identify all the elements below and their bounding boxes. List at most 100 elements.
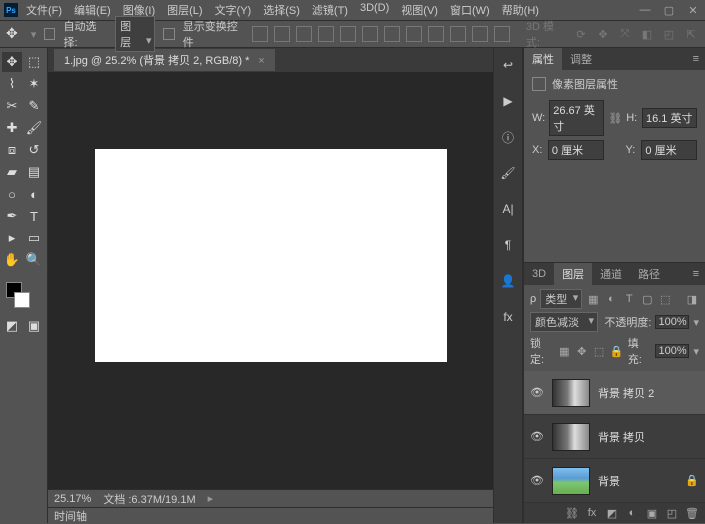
wand-tool[interactable]: ✶ (24, 74, 44, 94)
minimize-button[interactable]: — (633, 1, 657, 19)
align-right-icon[interactable] (362, 26, 378, 42)
quickmask-icon[interactable]: ◩ (2, 316, 22, 336)
fx-icon[interactable]: fx (585, 506, 599, 520)
menu-help[interactable]: 帮助(H) (502, 2, 539, 18)
layer-row[interactable]: 👁 背景 🔒 (524, 459, 705, 503)
menu-file[interactable]: 文件(F) (26, 2, 62, 18)
adjustment-icon[interactable]: ◐ (625, 506, 639, 520)
styles-icon[interactable]: fx (499, 308, 517, 326)
panel-menu-icon[interactable]: ≡ (687, 53, 705, 65)
history-icon[interactable]: ↩ (499, 56, 517, 74)
x-field[interactable]: 0 厘米 (548, 140, 604, 160)
filter-shape-icon[interactable]: ▢ (640, 292, 654, 306)
status-menu-icon[interactable]: ▸ (208, 492, 214, 505)
menu-window[interactable]: 窗口(W) (450, 2, 490, 18)
layer-thumbnail[interactable] (552, 467, 590, 495)
align-left-icon[interactable] (318, 26, 334, 42)
play-icon[interactable]: ▶ (499, 92, 517, 110)
tab-paths[interactable]: 路径 (630, 263, 668, 285)
distribute-top-icon[interactable] (384, 26, 400, 42)
menu-select[interactable]: 选择(S) (263, 2, 300, 18)
lock-all-icon[interactable]: 🔒 (610, 344, 624, 358)
move-tool-icon[interactable] (6, 25, 23, 43)
layer-name[interactable]: 背景 拷贝 2 (598, 385, 699, 401)
height-field[interactable]: 16.1 英寸 (642, 108, 697, 128)
hand-tool[interactable]: ✋ (2, 250, 22, 270)
lock-artboard-icon[interactable]: ⬚ (592, 344, 605, 358)
layer-row[interactable]: 👁 背景 拷贝 (524, 415, 705, 459)
distribute-hcenter-icon[interactable] (472, 26, 488, 42)
dolly-icon[interactable]: ⤧ (617, 26, 633, 42)
align-bottom-icon[interactable] (296, 26, 312, 42)
filter-adjust-icon[interactable]: ◐ (604, 292, 618, 306)
marquee-tool[interactable]: ⬚ (24, 52, 44, 72)
heal-tool[interactable]: ✚ (2, 118, 22, 138)
filter-kind-dropdown[interactable]: 类型 (540, 289, 582, 309)
menu-view[interactable]: 视图(V) (401, 2, 438, 18)
canvas-viewport[interactable] (48, 72, 493, 489)
distribute-vcenter-icon[interactable] (406, 26, 422, 42)
show-transform-checkbox[interactable] (163, 28, 174, 40)
layer-thumbnail[interactable] (552, 379, 590, 407)
stamp-tool[interactable]: ⧈ (2, 140, 22, 160)
paragraph-icon[interactable]: ¶ (499, 236, 517, 254)
info-icon[interactable]: ⓘ (499, 128, 517, 146)
layer-name[interactable]: 背景 (598, 473, 677, 489)
filter-pixel-icon[interactable]: ▦ (586, 292, 600, 306)
visibility-icon[interactable]: 👁 (530, 474, 544, 487)
light-icon[interactable]: ⇱ (683, 26, 699, 42)
link-layers-icon[interactable]: ⛓ (565, 506, 579, 520)
eyedropper-tool[interactable]: ✎ (24, 96, 44, 116)
menu-edit[interactable]: 编辑(E) (74, 2, 111, 18)
crop-tool[interactable]: ✂ (2, 96, 22, 116)
close-button[interactable]: ✕ (681, 1, 705, 19)
align-vcenter-icon[interactable] (274, 26, 290, 42)
blend-mode-dropdown[interactable]: 颜色减淡 (530, 312, 598, 332)
mask-icon[interactable]: ◩ (605, 506, 619, 520)
distribute-left-icon[interactable] (450, 26, 466, 42)
visibility-icon[interactable]: 👁 (530, 430, 544, 443)
layer-thumbnail[interactable] (552, 423, 590, 451)
tab-properties[interactable]: 属性 (524, 48, 562, 70)
gradient-tool[interactable]: ▤ (24, 162, 44, 182)
tab-adjustments[interactable]: 调整 (562, 48, 600, 70)
camera-icon[interactable]: ◰ (661, 26, 677, 42)
y-field[interactable]: 0 厘米 (641, 140, 697, 160)
layers-menu-icon[interactable]: ≡ (687, 268, 705, 280)
zoom-tool[interactable]: 🔍 (24, 250, 44, 270)
brush-tool[interactable]: 🖌 (24, 118, 44, 138)
auto-select-checkbox[interactable] (44, 28, 55, 40)
menu-filter[interactable]: 滤镜(T) (312, 2, 348, 18)
distribute-bottom-icon[interactable] (428, 26, 444, 42)
shape-tool[interactable]: ▭ (24, 228, 44, 248)
maximize-button[interactable]: ▢ (657, 1, 681, 19)
group-icon[interactable]: ▣ (645, 506, 659, 520)
visibility-icon[interactable]: 👁 (530, 386, 544, 399)
distribute-right-icon[interactable] (494, 26, 510, 42)
brush-panel-icon[interactable]: 🖌 (499, 164, 517, 182)
timeline-tab[interactable]: 时间轴 (54, 508, 87, 524)
align-hcenter-icon[interactable] (340, 26, 356, 42)
eraser-tool[interactable]: ▰ (2, 162, 22, 182)
dodge-tool[interactable]: ◐ (24, 184, 44, 204)
filter-type-icon[interactable]: T (622, 292, 636, 306)
pen-tool[interactable]: ✒ (2, 206, 22, 226)
auto-select-dropdown[interactable]: 图层 (115, 16, 155, 52)
orbit-icon[interactable]: ⟳ (573, 26, 589, 42)
type-tool[interactable]: T (24, 206, 44, 226)
glyph-icon[interactable]: 👤 (499, 272, 517, 290)
layer-row[interactable]: 👁 背景 拷贝 2 (524, 371, 705, 415)
tab-3d[interactable]: 3D (524, 265, 554, 283)
width-field[interactable]: 26.67 英寸 (549, 100, 604, 136)
move-tool[interactable]: ✥ (2, 52, 22, 72)
opacity-field[interactable]: 100% (655, 315, 689, 329)
path-tool[interactable]: ▸ (2, 228, 22, 248)
document-tab[interactable]: 1.jpg @ 25.2% (背景 拷贝 2, RGB/8) * × (54, 49, 275, 71)
link-wh-icon[interactable]: ⛓ (608, 111, 622, 125)
character-icon[interactable]: A| (499, 200, 517, 218)
history-brush-tool[interactable]: ↺ (24, 140, 44, 160)
canvas[interactable] (95, 149, 447, 362)
menu-layer[interactable]: 图层(L) (167, 2, 202, 18)
new-layer-icon[interactable]: ◰ (665, 506, 679, 520)
menu-3d[interactable]: 3D(D) (360, 2, 389, 18)
